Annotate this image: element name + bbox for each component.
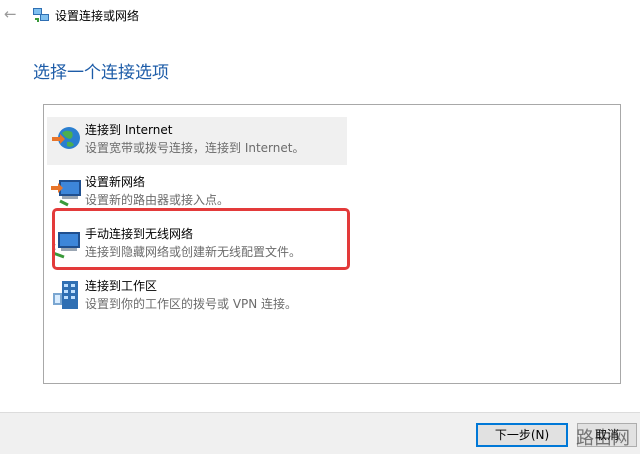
option-connect-workplace[interactable]: 连接到工作区 设置到你的工作区的拨号或 VPN 连接。 (47, 273, 347, 321)
option-title: 连接到 Internet (85, 123, 173, 137)
title-bar: ← 设置连接或网络 (0, 0, 640, 34)
network-setup-icon (33, 8, 49, 22)
watermark-text: 路由网 (576, 428, 630, 449)
next-button[interactable]: 下一步(N) (476, 423, 568, 447)
back-arrow-icon[interactable]: ← (4, 6, 20, 22)
globe-network-icon (52, 127, 80, 149)
option-connect-internet[interactable]: 连接到 Internet 设置宽带或拨号连接，连接到 Internet。 (47, 117, 347, 165)
workplace-icon (53, 281, 78, 309)
window-title: 设置连接或网络 (55, 9, 140, 23)
option-title: 连接到工作区 (85, 279, 158, 293)
option-description: 设置到你的工作区的拨号或 VPN 连接。 (85, 297, 298, 311)
dialog-footer: 下一步(N) 取消 (0, 412, 640, 454)
page-heading: 选择一个连接选项 (33, 63, 169, 83)
new-network-icon (51, 180, 81, 207)
option-description: 设置宽带或拨号连接，连接到 Internet。 (85, 141, 305, 155)
option-description: 设置新的路由器或接入点。 (85, 193, 230, 207)
highlight-annotation (52, 208, 350, 270)
option-title: 设置新网络 (85, 175, 146, 189)
